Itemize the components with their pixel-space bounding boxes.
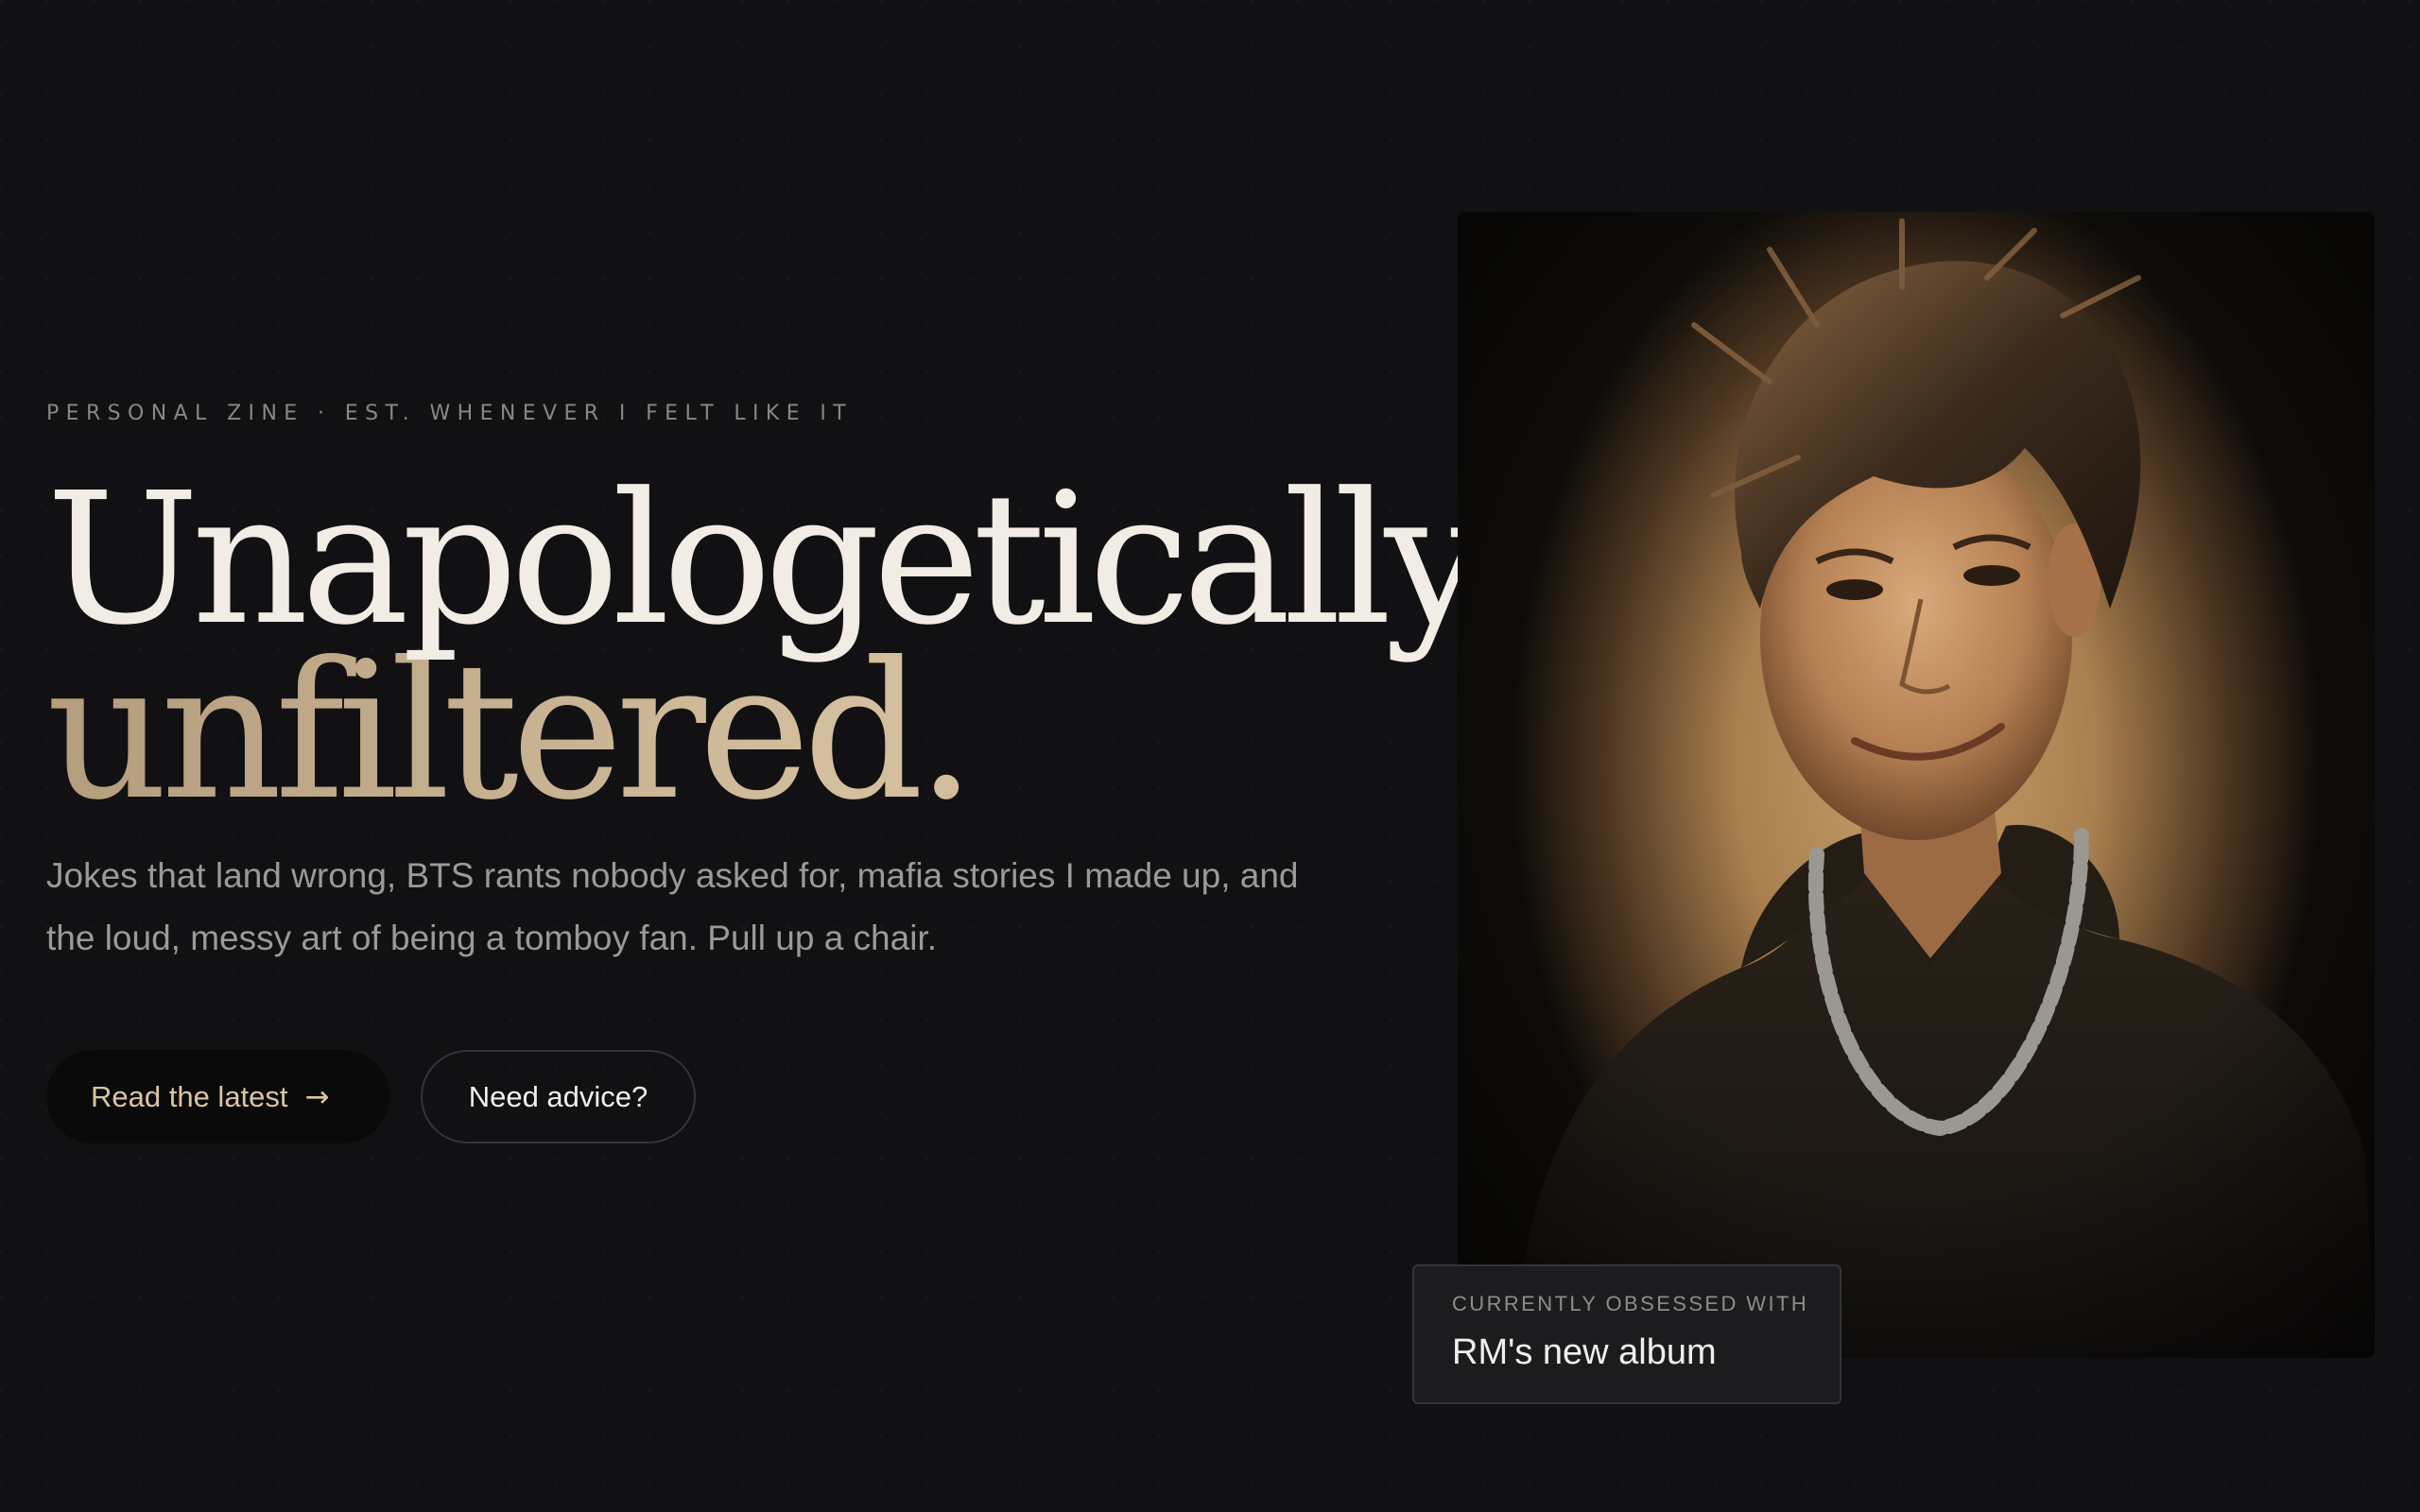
read-latest-label: Read the latest bbox=[91, 1079, 288, 1113]
eyebrow-label: PERSONAL ZINE · EST. WHENEVER I FELT LIK… bbox=[46, 402, 854, 425]
read-latest-button[interactable]: Read the latest → bbox=[46, 1050, 389, 1143]
cta-row: Read the latest → Need advice? bbox=[46, 1050, 1389, 1143]
headline-line-one: Unapologetically bbox=[46, 455, 1487, 665]
obsession-label: CURRENTLY OBSESSED WITH bbox=[1452, 1292, 1809, 1315]
arrow-right-icon: → bbox=[304, 1079, 330, 1114]
obsession-value: RM's new album bbox=[1452, 1332, 1717, 1372]
currently-obsessed-card: CURRENTLY OBSESSED WITH RM's new album bbox=[1412, 1264, 1841, 1404]
hero-headline: Unapologetically unfiltered. bbox=[46, 455, 1487, 827]
portrait-illustration bbox=[1458, 212, 2375, 1358]
portrait-image bbox=[1458, 212, 2375, 1358]
need-advice-button[interactable]: Need advice? bbox=[421, 1050, 696, 1143]
headline-line-two: unfiltered. bbox=[46, 638, 1389, 827]
intro-paragraph: Jokes that land wrong, BTS rants nobody … bbox=[46, 856, 1299, 957]
hero-copy: PERSONAL ZINE · EST. WHENEVER I FELT LIK… bbox=[46, 397, 1487, 1143]
need-advice-label: Need advice? bbox=[468, 1079, 648, 1113]
